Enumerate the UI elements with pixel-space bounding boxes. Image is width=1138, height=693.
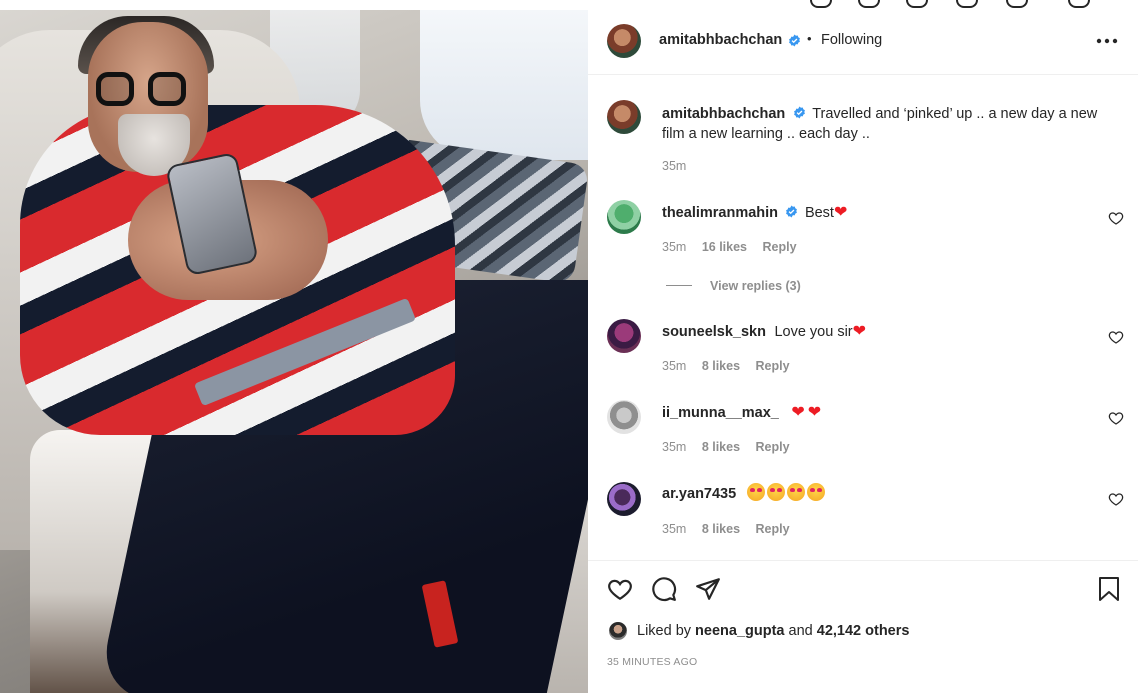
star-struck-emoji (806, 483, 825, 501)
comment-meta: 35m 8 likes Reply (662, 440, 790, 454)
following-button[interactable]: Following (821, 32, 882, 48)
more-options-icon[interactable] (1096, 38, 1118, 44)
comment-item: souneelsk_skn Love you sir❤ (662, 321, 866, 341)
comment-username[interactable]: souneelsk_skn (662, 324, 766, 340)
comment-avatar[interactable] (607, 200, 641, 234)
liked-by-avatar[interactable] (609, 622, 627, 640)
comment-text: Best (804, 205, 834, 221)
top-nav-strip (0, 0, 1138, 10)
liked-by-prefix: Liked by (637, 623, 692, 639)
caption-time: 35m (662, 159, 687, 173)
home-icon[interactable] (810, 0, 832, 8)
verified-badge-icon (793, 106, 805, 119)
comment-likes[interactable]: 8 likes (702, 359, 740, 373)
star-struck-emojis (746, 483, 827, 502)
activity-heart-icon[interactable] (1006, 0, 1028, 8)
caption-text-line2: film a new learning .. each day .. (662, 126, 870, 142)
comment-time: 35m (662, 240, 687, 254)
divider (588, 560, 1138, 561)
star-struck-emoji (786, 483, 805, 501)
comment-item: ii_munna__max_ ❤ ❤ (662, 402, 821, 422)
verified-badge-icon (786, 205, 798, 218)
comment-meta: 35m 16 likes Reply (662, 240, 797, 254)
red-heart-emoji: ❤ (833, 204, 848, 221)
comment-username[interactable]: ar.yan7435 (662, 486, 736, 502)
comment-meta: 35m 8 likes Reply (662, 359, 790, 373)
post-header: amitabhbachchan • Following (588, 10, 1138, 75)
comment-likes[interactable]: 16 likes (702, 240, 747, 254)
comment-likes[interactable]: 8 likes (702, 522, 740, 536)
reply-button[interactable]: Reply (756, 440, 790, 454)
comment-item: ar.yan7435 (662, 483, 827, 503)
likes-summary: Liked by neena_gupta and 42,142 others (637, 623, 909, 639)
red-heart-emoji: ❤ (807, 404, 822, 421)
comment-username[interactable]: ii_munna__max_ (662, 405, 779, 421)
likes-others-count[interactable]: 42,142 others (817, 623, 910, 639)
comment-text: Love you sir (774, 324, 853, 340)
comment-avatar[interactable] (607, 482, 641, 516)
post-photo[interactable] (0, 10, 588, 693)
profile-avatar-icon[interactable] (1068, 0, 1090, 8)
author-avatar[interactable] (607, 24, 641, 58)
comment-like-heart-icon[interactable] (1108, 491, 1124, 507)
comment-avatar[interactable] (607, 319, 641, 353)
like-heart-icon[interactable] (607, 576, 633, 602)
caption-avatar[interactable] (607, 100, 641, 134)
share-icon[interactable] (695, 576, 721, 602)
comment-like-heart-icon[interactable] (1108, 410, 1124, 426)
red-heart-emoji: ❤ (852, 323, 867, 340)
comment-icon[interactable] (651, 576, 677, 602)
liked-by-username[interactable]: neena_gupta (695, 623, 784, 639)
red-heart-emoji: ❤ (791, 404, 805, 421)
reply-button[interactable]: Reply (756, 522, 790, 536)
glasses (96, 72, 192, 112)
comment-avatar[interactable] (607, 400, 641, 434)
plane-window (420, 10, 588, 160)
post-side-panel: amitabhbachchan • Following amitabhbachc… (588, 10, 1138, 693)
star-struck-emoji (746, 483, 765, 501)
post-timestamp: 35 MINUTES AGO (607, 656, 698, 668)
bookmark-icon[interactable] (1097, 576, 1121, 602)
likes-and: and (788, 623, 813, 639)
comment-like-heart-icon[interactable] (1108, 210, 1124, 226)
view-replies-button[interactable]: View replies (3) (710, 279, 801, 293)
comment-time: 35m (662, 440, 687, 454)
comment-time: 35m (662, 522, 687, 536)
reply-button[interactable]: Reply (756, 359, 790, 373)
new-post-icon[interactable] (906, 0, 928, 8)
caption: amitabhbachchan Travelled and ‘pinked’ u… (662, 104, 1097, 144)
explore-icon[interactable] (956, 0, 978, 8)
comment-likes[interactable]: 8 likes (702, 440, 740, 454)
reply-button[interactable]: Reply (762, 240, 796, 254)
comment-item: thealimranmahin Best❤ (662, 202, 847, 222)
comment-like-heart-icon[interactable] (1108, 329, 1124, 345)
comment-meta: 35m 8 likes Reply (662, 522, 790, 536)
bullet-separator: • (807, 31, 812, 46)
caption-username[interactable]: amitabhbachchan (662, 106, 785, 122)
messenger-icon[interactable] (858, 0, 880, 8)
comment-username[interactable]: thealimranmahin (662, 205, 778, 221)
comment-time: 35m (662, 359, 687, 373)
caption-text-line1: Travelled and ‘pinked’ up .. a new day a… (812, 106, 1098, 122)
star-struck-emoji (766, 483, 785, 501)
author-username[interactable]: amitabhbachchan (659, 32, 782, 48)
verified-badge-icon (789, 34, 800, 47)
replies-line (666, 285, 692, 286)
